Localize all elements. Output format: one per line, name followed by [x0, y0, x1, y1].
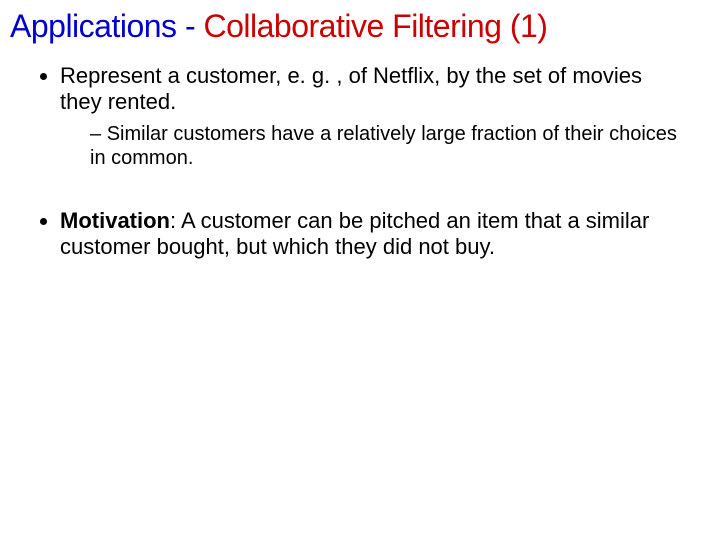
slide-title: Applications - Collaborative Filtering (…: [10, 8, 710, 45]
bullet-represent-customer: Represent a customer, e. g. , of Netflix…: [60, 63, 710, 170]
bullet-list-2: Motivation: A customer can be pitched an…: [10, 208, 710, 261]
title-part-collaborative-filtering: Collaborative Filtering (1): [195, 8, 547, 44]
slide: Applications - Collaborative Filtering (…: [0, 0, 720, 540]
bullet-list: Represent a customer, e. g. , of Netflix…: [10, 63, 710, 170]
bullet-text: Represent a customer, e. g. , of Netflix…: [60, 63, 642, 114]
sub-bullet-list: Similar customers have a relatively larg…: [60, 122, 680, 170]
motivation-label: Motivation: [60, 208, 170, 233]
bullet-motivation: Motivation: A customer can be pitched an…: [60, 208, 710, 261]
sub-bullet-similar-customers: Similar customers have a relatively larg…: [90, 122, 680, 170]
spacer: [10, 180, 710, 208]
title-separator: -: [185, 8, 195, 44]
sub-bullet-text: Similar customers have a relatively larg…: [90, 123, 677, 169]
title-part-applications: Applications: [10, 8, 185, 44]
